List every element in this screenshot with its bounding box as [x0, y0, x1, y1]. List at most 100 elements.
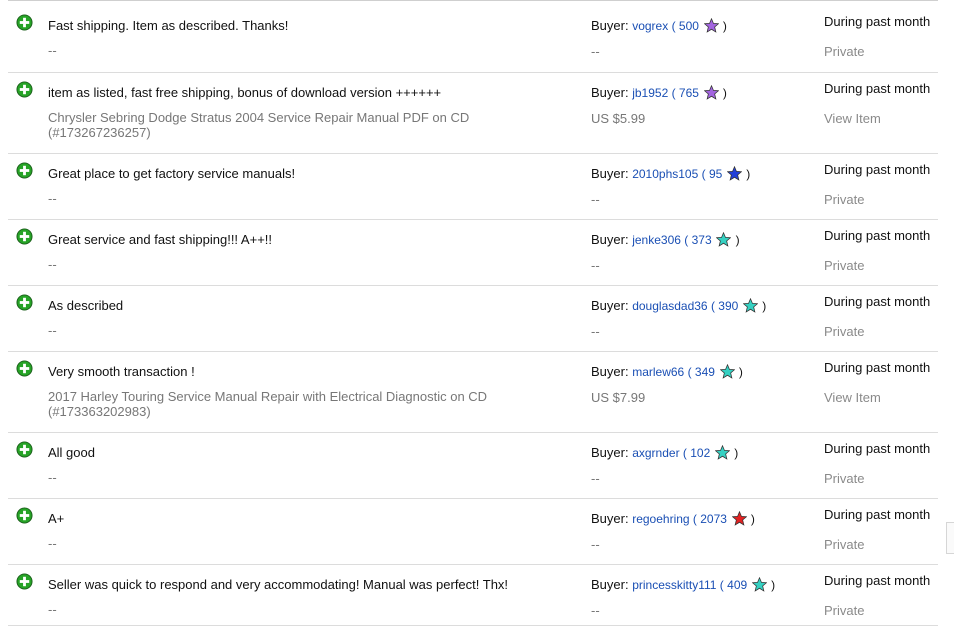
feedback-score-link[interactable]: 765 — [679, 86, 699, 100]
comment-cell: Great service and fast shipping!!! A++!!… — [48, 232, 568, 272]
feedback-score-link[interactable]: 349 — [695, 365, 715, 379]
positive-rating-icon — [16, 360, 33, 377]
feedback-row: As described -- Buyer: douglasdad36 ( 390 … — [8, 286, 938, 352]
buyer-username-link[interactable]: 2010phs105 — [632, 167, 698, 181]
item-private-label: Private — [824, 192, 865, 207]
buyer-label: Buyer: — [591, 85, 629, 100]
period-cell: During past month View Item — [824, 360, 930, 405]
positive-rating-icon — [16, 81, 33, 98]
view-item-link[interactable]: View Item — [824, 390, 930, 405]
feedback-star-icon — [714, 445, 731, 460]
item-private-label: Private — [824, 258, 865, 273]
comment-cell: Seller was quick to respond and very acc… — [48, 577, 568, 617]
scrollbar-handle[interactable] — [946, 522, 954, 554]
item-price: -- — [591, 603, 600, 618]
feedback-comment: Very smooth transaction ! — [48, 364, 195, 379]
buyer-line: Buyer: jb1952 ( 765 ) — [591, 85, 727, 100]
feedback-star-icon — [731, 511, 748, 526]
buyer-username-link[interactable]: douglasdad36 — [632, 299, 707, 313]
feedback-comment: Great place to get factory service manua… — [48, 166, 296, 181]
feedback-star-icon — [742, 298, 759, 313]
period-cell: During past month Private — [824, 573, 930, 618]
buyer-username-link[interactable]: jenke306 — [632, 233, 681, 247]
comment-cell: Great place to get factory service manua… — [48, 166, 568, 206]
buyer-username-link[interactable]: regoehring — [632, 512, 689, 526]
feedback-score-link[interactable]: 390 — [718, 299, 738, 313]
buyer-cell: Buyer: marlew66 ( 349 ) US $7.99 — [591, 364, 743, 405]
positive-rating-icon — [16, 14, 33, 31]
buyer-label: Buyer: — [591, 511, 629, 526]
feedback-row: Great service and fast shipping!!! A++!!… — [8, 220, 938, 286]
comment-cell: A+ -- — [48, 511, 568, 551]
feedback-row: Great place to get factory service manua… — [8, 154, 938, 220]
buyer-username-link[interactable]: axgrnder — [632, 446, 679, 460]
feedback-comment: Great service and fast shipping!!! A++!! — [48, 232, 273, 247]
buyer-cell: Buyer: jb1952 ( 765 ) US $5.99 — [591, 85, 727, 126]
buyer-line: Buyer: marlew66 ( 349 ) — [591, 364, 743, 379]
feedback-score-link[interactable]: 373 — [692, 233, 712, 247]
feedback-period: During past month — [824, 81, 931, 96]
feedback-row: A+ -- Buyer: regoehring ( 2073 ) -- During p… — [8, 499, 938, 565]
buyer-cell: Buyer: 2010phs105 ( 95 ) -- — [591, 166, 750, 207]
period-cell: During past month Private — [824, 441, 930, 486]
item-title: -- — [48, 536, 57, 551]
feedback-score-link[interactable]: 102 — [690, 446, 710, 460]
buyer-line: Buyer: 2010phs105 ( 95 ) — [591, 166, 751, 181]
feedback-row: item as listed, fast free shipping, bonu… — [8, 73, 938, 154]
feedback-period: During past month — [824, 360, 931, 375]
period-cell: During past month Private — [824, 294, 930, 339]
feedback-comment: A+ — [48, 511, 65, 526]
buyer-label: Buyer: — [591, 166, 629, 181]
item-title: 2017 Harley Touring Service Manual Repai… — [48, 389, 488, 419]
buyer-label: Buyer: — [591, 232, 629, 247]
item-price: -- — [591, 471, 600, 486]
view-item-link[interactable]: View Item — [824, 111, 930, 126]
item-price: US $7.99 — [591, 390, 646, 405]
buyer-username-link[interactable]: vogrex — [632, 19, 668, 33]
feedback-comment: Fast shipping. Item as described. Thanks… — [48, 18, 289, 33]
buyer-label: Buyer: — [591, 445, 629, 460]
item-title: -- — [48, 43, 57, 58]
feedback-list: Fast shipping. Item as described. Thanks… — [8, 6, 938, 626]
item-title: -- — [48, 323, 57, 338]
feedback-score-link[interactable]: 409 — [727, 578, 747, 592]
item-price: US $5.99 — [591, 111, 646, 126]
feedback-score-link[interactable]: 2073 — [700, 512, 727, 526]
top-divider — [8, 0, 938, 5]
buyer-label: Buyer: — [591, 298, 629, 313]
buyer-cell: Buyer: princesskitty111 ( 409 ) -- — [591, 577, 775, 618]
buyer-cell: Buyer: axgrnder ( 102 ) -- — [591, 445, 738, 486]
item-price: -- — [591, 258, 600, 273]
item-private-label: Private — [824, 537, 865, 552]
buyer-username-link[interactable]: princesskitty111 — [632, 578, 716, 592]
item-private-label: Private — [824, 324, 865, 339]
feedback-score-link[interactable]: 95 — [709, 167, 722, 181]
item-title: -- — [48, 191, 57, 206]
feedback-star-icon — [719, 364, 736, 379]
positive-rating-icon — [16, 294, 33, 311]
feedback-comment: All good — [48, 445, 95, 460]
feedback-score-link[interactable]: 500 — [679, 19, 699, 33]
positive-rating-icon — [16, 441, 33, 458]
buyer-line: Buyer: regoehring ( 2073 ) — [591, 511, 755, 526]
item-private-label: Private — [824, 603, 865, 618]
period-cell: During past month Private — [824, 162, 930, 207]
positive-rating-icon — [16, 573, 33, 590]
feedback-period: During past month — [824, 507, 931, 522]
feedback-row: Very smooth transaction ! 2017 Harley Tou… — [8, 352, 938, 433]
period-cell: During past month Private — [824, 507, 930, 552]
comment-cell: Very smooth transaction ! 2017 Harley Tou… — [48, 364, 568, 419]
feedback-comment: As described — [48, 298, 124, 313]
feedback-period: During past month — [824, 573, 931, 588]
item-title: -- — [48, 470, 57, 485]
buyer-label: Buyer: — [591, 577, 629, 592]
item-price: -- — [591, 324, 600, 339]
feedback-star-icon — [726, 166, 743, 181]
buyer-line: Buyer: jenke306 ( 373 ) — [591, 232, 740, 247]
buyer-username-link[interactable]: jb1952 — [632, 86, 668, 100]
item-title: Chrysler Sebring Dodge Stratus 2004 Serv… — [48, 110, 470, 140]
comment-cell: As described -- — [48, 298, 568, 338]
comment-cell: item as listed, fast free shipping, bonu… — [48, 85, 568, 140]
buyer-cell: Buyer: douglasdad36 ( 390 ) -- — [591, 298, 766, 339]
buyer-username-link[interactable]: marlew66 — [632, 365, 684, 379]
